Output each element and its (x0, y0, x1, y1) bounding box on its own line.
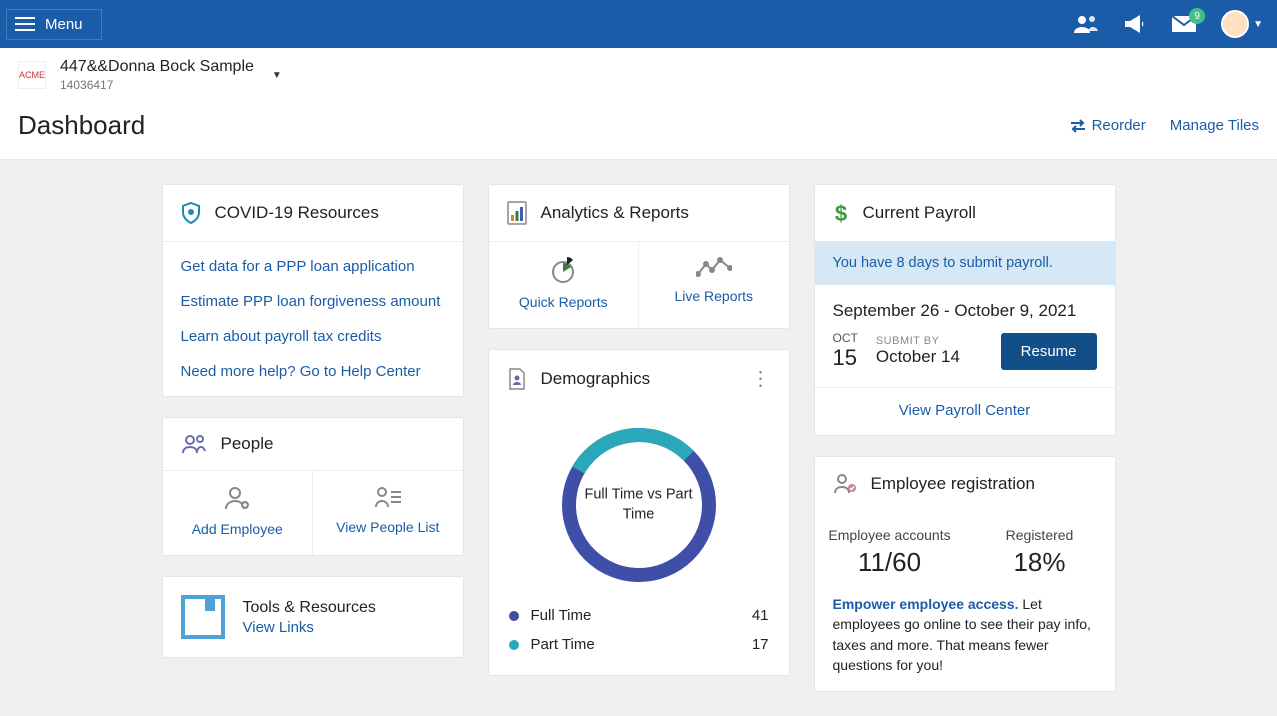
document-person-icon (507, 367, 527, 391)
live-reports-button[interactable]: Live Reports (638, 242, 789, 328)
metric-accounts: Employee accounts 11/60 (815, 527, 965, 578)
tile-people: People Add Employee View People List (162, 417, 464, 556)
tile-title: COVID-19 Resources (215, 203, 379, 223)
donut-chart: Full Time vs Part Time (559, 425, 719, 585)
tile-title: Analytics & Reports (541, 203, 689, 223)
people-icon (181, 434, 207, 454)
tile-title: Demographics (541, 369, 651, 389)
swap-icon (1070, 119, 1086, 133)
legend-dot (509, 611, 519, 621)
check-day: 15 (833, 345, 858, 371)
line-chart-icon (696, 256, 732, 278)
tile-demographics: Demographics ⋮ Full Time vs Part Time (488, 349, 790, 676)
metric-label: Registered (965, 527, 1115, 543)
avatar-menu[interactable]: ▼ (1221, 10, 1263, 38)
payroll-period: September 26 - October 9, 2021 (815, 285, 1115, 331)
company-logo: ACME (18, 61, 46, 89)
svg-text:$: $ (834, 201, 846, 225)
submit-by: SUBMIT BY October 14 (876, 335, 960, 367)
company-selector[interactable]: ACME 447&&Donna Bock Sample 14036417 ▼ (0, 48, 1277, 100)
chevron-down-icon: ▼ (272, 70, 282, 81)
covid-link[interactable]: Estimate PPP loan forgiveness amount (181, 293, 445, 310)
legend-value: 17 (752, 636, 769, 653)
megaphone-icon[interactable] (1123, 13, 1147, 35)
tile-title: Current Payroll (863, 203, 976, 223)
topbar: Menu 9 ▼ (0, 0, 1277, 48)
manage-tiles-label: Manage Tiles (1170, 117, 1259, 134)
empreg-lead: Empower employee access. (833, 596, 1019, 612)
covid-link[interactable]: Need more help? Go to Help Center (181, 363, 445, 380)
tile-analytics: Analytics & Reports Quick Reports Live R… (488, 184, 790, 329)
bookmark-box-icon (181, 595, 225, 639)
live-reports-label: Live Reports (674, 288, 753, 304)
covid-links: Get data for a PPP loan application Esti… (163, 242, 463, 396)
person-check-icon (833, 473, 857, 495)
tile-title: Tools & Resources (243, 599, 376, 617)
tile-covid: COVID-19 Resources Get data for a PPP lo… (162, 184, 464, 397)
view-people-button[interactable]: View People List (312, 471, 463, 555)
submit-by-label: SUBMIT BY (876, 335, 960, 347)
metric-value: 11/60 (815, 547, 965, 578)
donut-center-label: Full Time vs Part Time (579, 485, 699, 524)
menu-button[interactable]: Menu (6, 9, 102, 40)
quick-reports-button[interactable]: Quick Reports (489, 242, 639, 328)
empreg-text: Empower employee access. Let employees g… (815, 594, 1115, 691)
menu-label: Menu (45, 16, 83, 33)
resume-button[interactable]: Resume (1001, 333, 1097, 370)
covid-link[interactable]: Get data for a PPP loan application (181, 258, 445, 275)
add-person-icon (223, 485, 251, 511)
quick-reports-label: Quick Reports (519, 294, 608, 310)
mail-badge: 9 (1189, 8, 1205, 24)
topbar-actions: 9 ▼ (1073, 10, 1263, 38)
legend-value: 41 (752, 607, 769, 624)
check-month: OCT (833, 331, 858, 345)
kebab-menu[interactable]: ⋮ (751, 366, 771, 391)
people-list-icon (374, 485, 402, 509)
manage-tiles-button[interactable]: Manage Tiles (1170, 117, 1259, 134)
shield-icon (181, 201, 201, 225)
report-icon (507, 201, 527, 225)
metric-value: 18% (965, 547, 1115, 578)
tile-tools: Tools & Resources View Links (162, 576, 464, 658)
tile-title: Employee registration (871, 474, 1035, 494)
view-people-label: View People List (336, 519, 439, 535)
add-employee-button[interactable]: Add Employee (163, 471, 313, 555)
dashboard-header: Dashboard Reorder Manage Tiles (0, 100, 1277, 160)
tile-payroll: $ Current Payroll You have 8 days to sub… (814, 184, 1116, 436)
legend-row: Full Time 41 (509, 601, 769, 630)
company-id: 14036417 (60, 78, 254, 92)
add-employee-label: Add Employee (192, 521, 283, 537)
submit-by-date: October 14 (876, 347, 960, 367)
company-name: 447&&Donna Bock Sample (60, 58, 254, 76)
covid-link[interactable]: Learn about payroll tax credits (181, 328, 445, 345)
legend-dot (509, 640, 519, 650)
view-payroll-center-link[interactable]: View Payroll Center (899, 402, 1030, 419)
legend-label: Full Time (531, 607, 592, 624)
view-links-button[interactable]: View Links (243, 619, 376, 636)
contacts-icon[interactable] (1073, 13, 1099, 35)
dollar-icon: $ (833, 201, 849, 225)
reorder-button[interactable]: Reorder (1070, 117, 1146, 134)
tile-title: People (221, 434, 274, 454)
pie-clock-icon (549, 256, 577, 284)
metric-label: Employee accounts (815, 527, 965, 543)
tile-grid: COVID-19 Resources Get data for a PPP lo… (0, 160, 1277, 716)
hamburger-icon (15, 17, 35, 31)
page-title: Dashboard (18, 110, 145, 141)
tile-employee-registration: Employee registration Employee accounts … (814, 456, 1116, 692)
payroll-banner: You have 8 days to submit payroll. (815, 241, 1115, 285)
avatar (1221, 10, 1249, 38)
chevron-down-icon: ▼ (1253, 19, 1263, 30)
legend-row: Part Time 17 (509, 630, 769, 659)
metric-registered: Registered 18% (965, 527, 1115, 578)
mail-icon[interactable]: 9 (1171, 14, 1197, 34)
check-date: OCT 15 (833, 331, 858, 371)
reorder-label: Reorder (1092, 117, 1146, 134)
legend-label: Part Time (531, 636, 595, 653)
